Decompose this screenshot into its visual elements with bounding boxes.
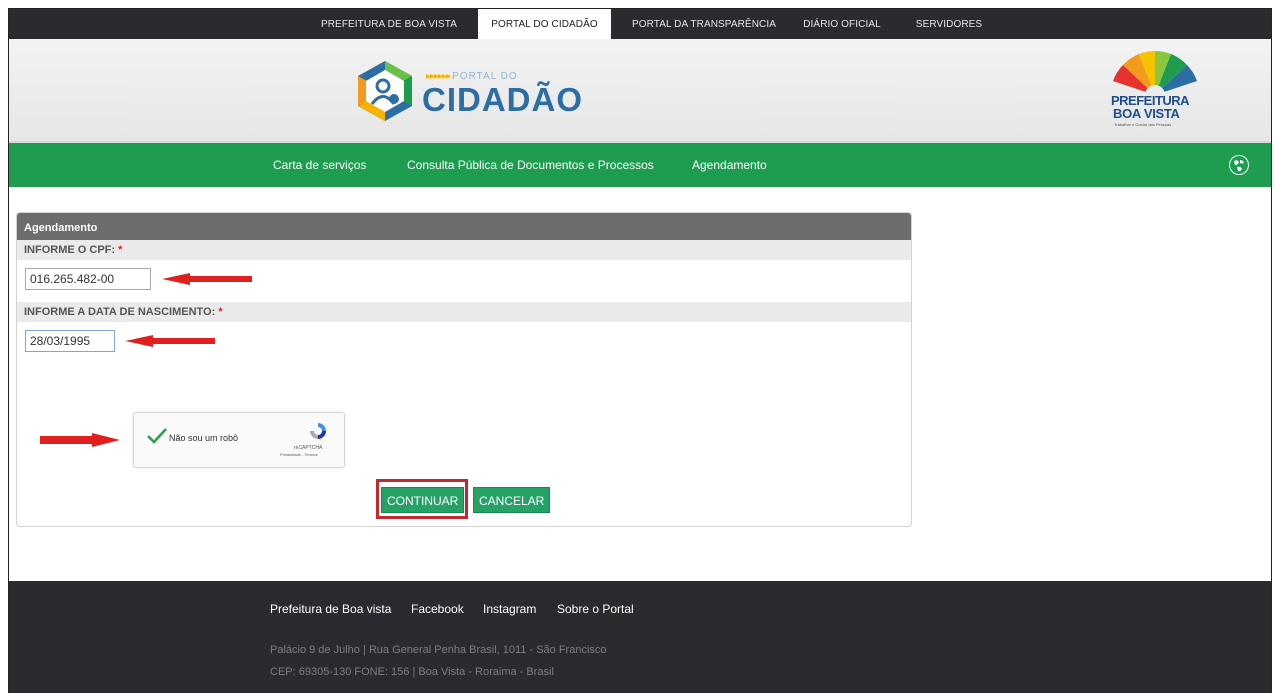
dob-label: INFORME A DATA DE NASCIMENTO: * — [17, 302, 911, 322]
footer-contact: CEP: 69305-130 FONE: 156 | Boa Vista - R… — [270, 666, 554, 678]
citizen-hexagon-icon — [358, 61, 412, 121]
birthdate-input[interactable] — [25, 330, 115, 352]
captcha-label: Não sou um robô — [169, 433, 239, 443]
panel-title: Agendamento — [17, 213, 911, 240]
top-bar: PREFEITURA DE BOA VISTA PORTAL DO CIDADÃ… — [9, 9, 1271, 39]
globe-icon[interactable] — [1229, 155, 1249, 175]
recaptcha-icon — [310, 423, 326, 439]
cpf-row — [17, 260, 911, 302]
dob-row — [17, 322, 911, 364]
portal-do-cidadao-logo[interactable]: ▸▸▸▸▸▸ PORTAL DO CIDADÃO — [354, 59, 594, 123]
recaptcha-widget[interactable]: Não sou um robô reCAPTCHA Privacidade - … — [133, 412, 345, 468]
tab-diario-oficial[interactable]: DIÁRIO OFICIAL — [797, 9, 887, 39]
required-mark: * — [218, 306, 223, 318]
agendamento-panel: Agendamento INFORME O CPF: * INFORME A D… — [16, 212, 912, 527]
footer-link-facebook[interactable]: Facebook — [411, 602, 464, 616]
main-nav: Carta de serviços Consulta Pública de Do… — [9, 143, 1271, 187]
annotation-arrow-icon — [40, 433, 120, 447]
logo-cidadao-text: CIDADÃO — [422, 81, 583, 118]
nav-item-agendamento[interactable]: Agendamento — [692, 143, 767, 187]
tab-prefeitura-de-boa-vista[interactable]: PREFEITURA DE BOA VISTA — [310, 9, 468, 39]
prefeitura-boa-vista-logo[interactable]: PREFEITURA BOA VISTA Trabalhar e Cuidar … — [1109, 51, 1201, 131]
sunburst-icon — [1113, 51, 1197, 95]
nav-item-carta-de-servicos[interactable]: Carta de serviços — [273, 143, 366, 187]
cpf-label: INFORME O CPF: * — [17, 240, 911, 260]
checkmark-icon[interactable] — [146, 427, 168, 445]
site-footer: Prefeitura de Boa vista Facebook Instagr… — [9, 581, 1271, 693]
footer-address: Palácio 9 de Julho | Rua General Penha B… — [270, 644, 607, 656]
tab-portal-do-cidadao[interactable]: PORTAL DO CIDADÃO — [478, 9, 611, 39]
recaptcha-terms[interactable]: Privacidade - Termos — [280, 452, 318, 457]
annotation-arrow-icon — [162, 273, 252, 285]
site-header: ▸▸▸▸▸▸ PORTAL DO CIDADÃO PREFEITURA BOA V… — [9, 39, 1271, 143]
tab-portal-da-transparencia[interactable]: PORTAL DA TRANSPARÊNCIA — [619, 9, 789, 39]
tab-servidores[interactable]: SERVIDORES — [909, 9, 989, 39]
logo-tagline: Trabalhar e Cuidar das Pessoas — [1114, 122, 1172, 127]
annotation-arrow-icon — [125, 335, 215, 347]
required-mark: * — [118, 244, 123, 256]
recaptcha-brand: reCAPTCHA — [294, 445, 323, 451]
footer-link-instagram[interactable]: Instagram — [483, 602, 536, 616]
continue-button[interactable]: CONTINUAR — [381, 487, 465, 513]
page-frame: PREFEITURA DE BOA VISTA PORTAL DO CIDADÃ… — [8, 8, 1272, 693]
footer-link-sobre-o-portal[interactable]: Sobre o Portal — [557, 602, 634, 616]
nav-item-consulta-publica[interactable]: Consulta Pública de Documentos e Process… — [407, 143, 654, 187]
cpf-input[interactable] — [25, 268, 151, 290]
logo-boa-vista-text: BOA VISTA — [1113, 106, 1180, 121]
cancel-button[interactable]: CANCELAR — [473, 487, 551, 513]
footer-link-prefeitura[interactable]: Prefeitura de Boa vista — [270, 602, 391, 616]
